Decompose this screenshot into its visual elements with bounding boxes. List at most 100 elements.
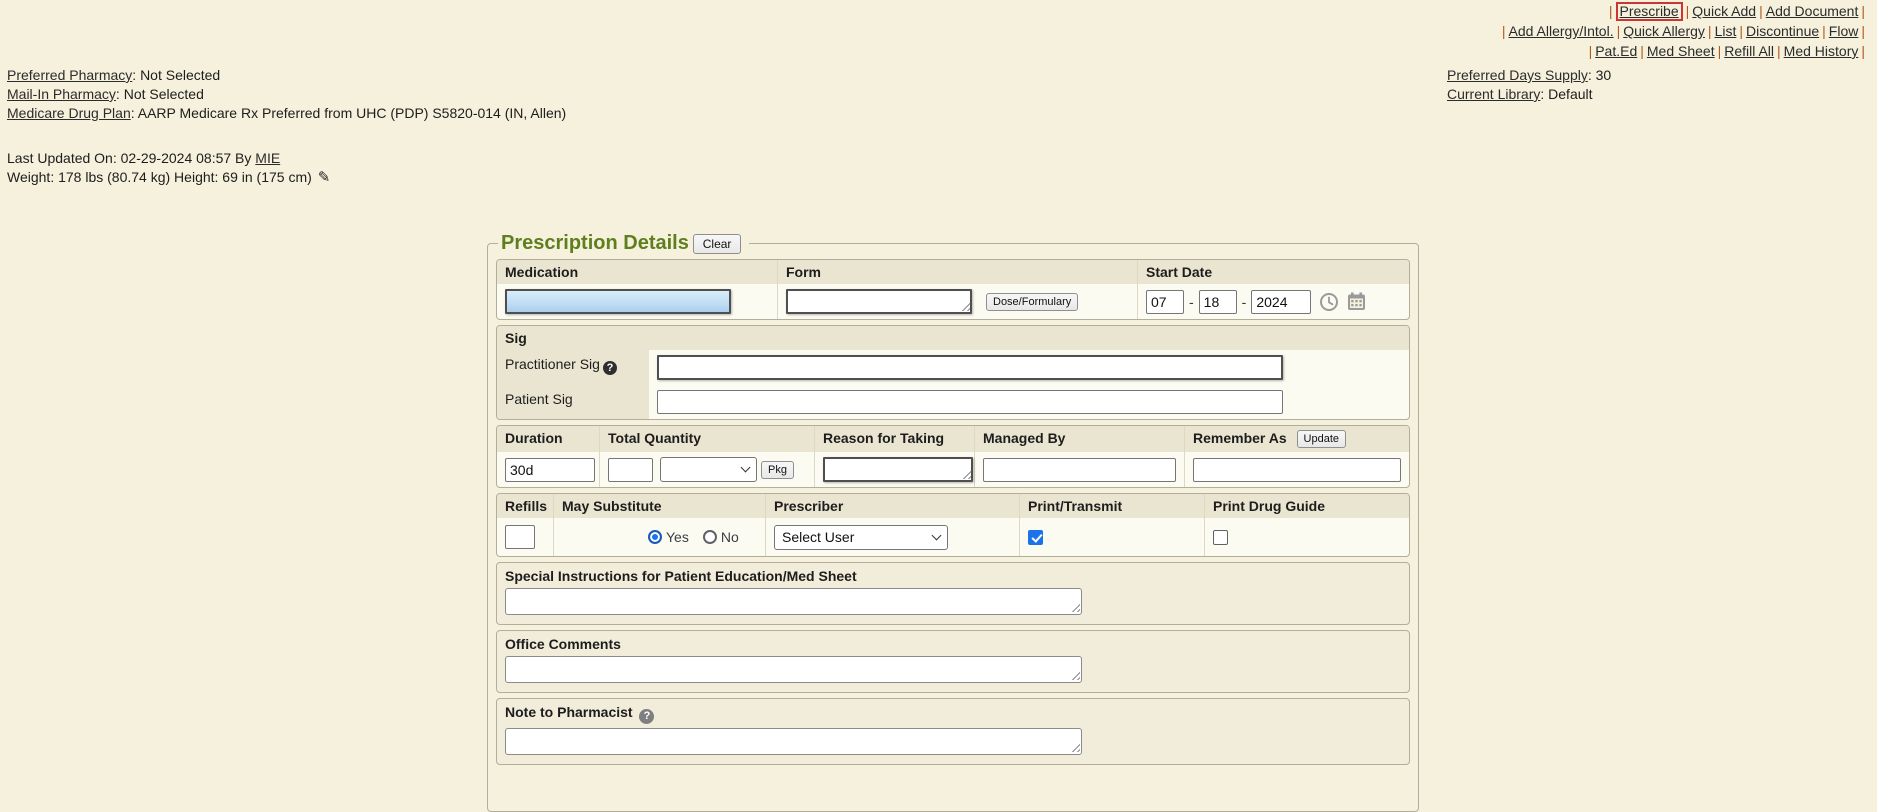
- separator: |: [1617, 23, 1621, 39]
- dose-formulary-button[interactable]: Dose/Formulary: [986, 293, 1078, 311]
- remember-as-header: Remember As Update: [1184, 426, 1409, 452]
- nav-link-quick-add[interactable]: Quick Add: [1692, 3, 1756, 19]
- refills-header: Refills: [497, 494, 553, 518]
- refills-prescriber-box: Refills May Substitute Prescriber Print/…: [496, 493, 1410, 557]
- print-transmit-header: Print/Transmit: [1019, 494, 1204, 518]
- weight-height-line: Weight: 178 lbs (80.74 kg) Height: 69 in…: [7, 168, 566, 187]
- start-day-input[interactable]: [1199, 290, 1237, 314]
- total-quantity-cell: Pkg: [599, 452, 814, 487]
- prescription-details-legend: Prescription Details Clear: [498, 232, 749, 255]
- note-pharmacist-box: Note to Pharmacist ?: [496, 698, 1410, 765]
- medications-nav: |Prescribe|Quick Add|Add Document| |Add …: [1499, 1, 1868, 61]
- help-question-icon[interactable]: ?: [603, 361, 617, 375]
- separator: |: [1589, 43, 1593, 59]
- separator: |: [1609, 3, 1613, 19]
- nav-link-quick-allergy[interactable]: Quick Allergy: [1623, 23, 1705, 39]
- separator: |: [1686, 3, 1690, 19]
- quantity-input[interactable]: [608, 458, 653, 482]
- print-transmit-cell: [1019, 518, 1204, 556]
- form-input[interactable]: [786, 289, 972, 314]
- separator: |: [1861, 43, 1865, 59]
- pkg-button[interactable]: Pkg: [761, 461, 794, 479]
- quantity-unit-select[interactable]: [660, 457, 757, 482]
- medication-header: Medication: [497, 260, 777, 284]
- substitute-yes-radio[interactable]: [648, 530, 662, 544]
- colon: :: [1588, 67, 1592, 83]
- preferred-pharmacy-link[interactable]: Preferred Pharmacy: [7, 67, 132, 83]
- nav-row-3: |Pat.Ed|Med Sheet|Refill All|Med History…: [1499, 41, 1868, 61]
- calendar-icon[interactable]: [1347, 292, 1366, 311]
- special-instructions-box: Special Instructions for Patient Educati…: [496, 562, 1410, 625]
- update-button[interactable]: Update: [1297, 430, 1346, 448]
- substitute-yes-label: Yes: [666, 529, 689, 545]
- colon: :: [131, 105, 135, 121]
- nav-link-prescribe[interactable]: Prescribe: [1620, 3, 1679, 19]
- duration-input[interactable]: [505, 458, 595, 482]
- prescription-details-fieldset: Prescription Details Clear Medication Fo…: [487, 232, 1419, 812]
- dash: -: [1242, 294, 1247, 310]
- office-comments-label: Office Comments: [497, 631, 1409, 654]
- medicare-plan-link[interactable]: Medicare Drug Plan: [7, 105, 131, 121]
- special-instructions-textarea[interactable]: [505, 588, 1082, 615]
- nav-link-pat-ed[interactable]: Pat.Ed: [1595, 43, 1637, 59]
- reason-input[interactable]: [823, 457, 973, 482]
- print-drug-guide-cell: [1204, 518, 1409, 556]
- special-instructions-label: Special Instructions for Patient Educati…: [497, 563, 1409, 586]
- special-instructions-wrap: [505, 588, 1082, 615]
- clock-icon[interactable]: [1319, 292, 1339, 312]
- reason-cell: [814, 452, 974, 487]
- office-comments-textarea[interactable]: [505, 656, 1082, 683]
- help-question-icon[interactable]: ?: [639, 709, 654, 724]
- current-library-line: Current Library: Default: [1447, 85, 1611, 104]
- total-quantity-header: Total Quantity: [599, 426, 814, 452]
- separator: |: [1708, 23, 1712, 39]
- colon: :: [1540, 86, 1544, 102]
- medication-input[interactable]: [505, 289, 731, 314]
- nav-link-med-history[interactable]: Med History: [1784, 43, 1859, 59]
- nav-link-flow[interactable]: Flow: [1829, 23, 1859, 39]
- edit-pencil-icon[interactable]: ✎: [318, 169, 331, 186]
- nav-link-discontinue[interactable]: Discontinue: [1746, 23, 1819, 39]
- medication-cell: [497, 284, 777, 319]
- nav-link-list[interactable]: List: [1715, 23, 1737, 39]
- start-year-input[interactable]: [1251, 290, 1311, 314]
- current-library-value: Default: [1548, 86, 1592, 102]
- mailin-pharmacy-link[interactable]: Mail-In Pharmacy: [7, 86, 116, 102]
- preferred-days-supply-link[interactable]: Preferred Days Supply: [1447, 67, 1588, 83]
- last-updated-by-link[interactable]: MIE: [255, 150, 280, 166]
- patient-sig-text: Patient Sig: [505, 391, 573, 407]
- start-date-cell: - -: [1137, 284, 1409, 319]
- nav-link-add-allergy[interactable]: Add Allergy/Intol.: [1509, 23, 1614, 39]
- start-date-header: Start Date: [1137, 260, 1409, 284]
- note-pharmacist-text: Note to Pharmacist: [505, 704, 633, 720]
- weight-height-text: Weight: 178 lbs (80.74 kg) Height: 69 in…: [7, 169, 312, 185]
- managed-by-input[interactable]: [983, 458, 1176, 482]
- refills-cell: [497, 518, 553, 556]
- medicare-plan-value: AARP Medicare Rx Preferred from UHC (PDP…: [138, 105, 566, 121]
- refills-input[interactable]: [505, 525, 535, 549]
- nav-link-refill-all[interactable]: Refill All: [1724, 43, 1774, 59]
- note-pharmacist-textarea[interactable]: [505, 728, 1082, 755]
- prescriber-header: Prescriber: [765, 494, 1019, 518]
- patient-sig-input[interactable]: [657, 390, 1283, 414]
- separator: |: [1861, 3, 1865, 19]
- nav-link-med-sheet[interactable]: Med Sheet: [1647, 43, 1715, 59]
- remember-as-input[interactable]: [1193, 458, 1401, 482]
- reason-header: Reason for Taking: [814, 426, 974, 452]
- mailin-pharmacy-value: Not Selected: [124, 86, 204, 102]
- last-updated-line: Last Updated On: 02-29-2024 08:57 By MIE: [7, 149, 566, 168]
- substitute-no-radio[interactable]: [703, 530, 717, 544]
- clear-button[interactable]: Clear: [693, 234, 742, 254]
- last-updated-text: Last Updated On: 02-29-2024 08:57 By: [7, 150, 251, 166]
- prescriber-select[interactable]: Select User: [774, 525, 948, 550]
- separator: |: [1640, 43, 1644, 59]
- nav-link-add-document[interactable]: Add Document: [1766, 3, 1859, 19]
- current-library-link[interactable]: Current Library: [1447, 86, 1540, 102]
- print-transmit-checkbox[interactable]: [1028, 530, 1043, 545]
- practitioner-sig-input[interactable]: [657, 355, 1283, 380]
- mailin-pharmacy-line: Mail-In Pharmacy: Not Selected: [7, 85, 566, 104]
- print-drug-guide-checkbox[interactable]: [1213, 530, 1228, 545]
- managed-by-header: Managed By: [974, 426, 1184, 452]
- practitioner-sig-label: Practitioner Sig?: [497, 350, 649, 385]
- start-month-input[interactable]: [1146, 290, 1184, 314]
